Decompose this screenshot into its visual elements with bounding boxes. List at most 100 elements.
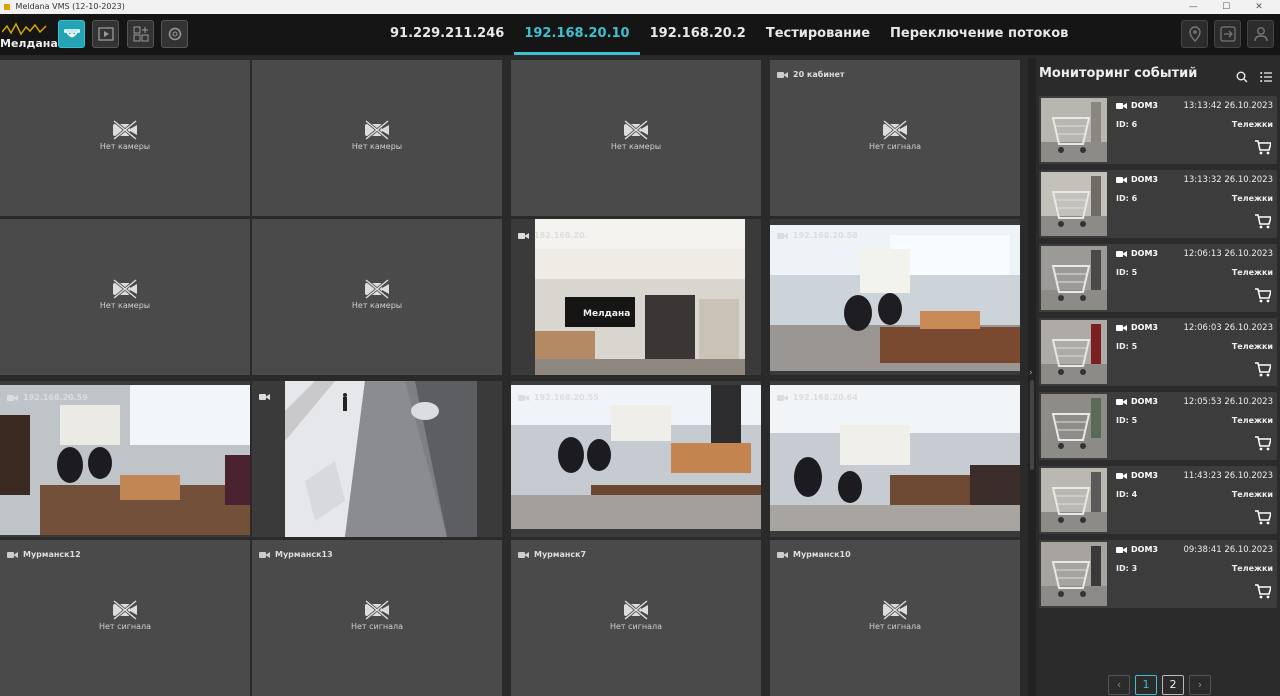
event-camera: DOM3 bbox=[1116, 545, 1158, 554]
video-feed[interactable] bbox=[0, 385, 250, 535]
event-card[interactable]: DOM3 12:05:53 26.10.2023 ID: 5 Тележки bbox=[1039, 392, 1277, 460]
brand-wave-icon bbox=[2, 22, 47, 36]
minimize-button[interactable]: — bbox=[1178, 0, 1208, 14]
event-thumbnail[interactable] bbox=[1041, 468, 1107, 532]
event-class: Тележки bbox=[1231, 564, 1273, 573]
search-button[interactable] bbox=[1236, 68, 1248, 87]
event-monitor-panel: Мониторинг событий DOM3 13:13:42 26.10.2… bbox=[1036, 58, 1280, 696]
page-button-1[interactable]: 1 bbox=[1135, 675, 1157, 695]
camera-cell[interactable]: 192.168.20.64 bbox=[770, 381, 1020, 537]
no-camera-icon bbox=[365, 120, 389, 140]
camera-icon bbox=[1116, 324, 1127, 331]
event-id: ID: 5 bbox=[1116, 342, 1138, 351]
camera-cell[interactable]: Нет камеры bbox=[252, 219, 502, 375]
camera-name: Мурманск12 bbox=[23, 550, 81, 559]
camera-grid: Нет камеры Нет камеры Нет камеры 20 кабинет… bbox=[0, 58, 1028, 696]
event-camera-name: DOM3 bbox=[1131, 323, 1158, 332]
event-camera: DOM3 bbox=[1116, 175, 1158, 184]
grid-scrollbar[interactable] bbox=[1030, 380, 1034, 470]
event-thumbnail[interactable] bbox=[1041, 542, 1107, 606]
map-button[interactable] bbox=[1181, 20, 1208, 48]
event-class: Тележки bbox=[1231, 268, 1273, 277]
status-text: Нет сигнала bbox=[98, 622, 152, 631]
top-toolbar: Мелдана 91.229.211.246 192.168.20.10 192.1… bbox=[0, 14, 1280, 55]
camera-cell[interactable]: 192.168.20.59 bbox=[0, 381, 250, 537]
camera-cell[interactable]: Мелдана 192.168.20. bbox=[511, 219, 761, 375]
camera-icon bbox=[777, 551, 788, 558]
status-text: Нет камеры bbox=[351, 142, 403, 151]
prev-page-button[interactable]: ‹ bbox=[1108, 675, 1130, 695]
camera-cell[interactable]: Нет камеры bbox=[0, 60, 250, 216]
page-button-2[interactable]: 2 bbox=[1162, 675, 1184, 695]
panel-collapse-handle[interactable]: › bbox=[1028, 58, 1036, 696]
camera-icon bbox=[1116, 546, 1127, 553]
event-time: 11:43:23 26.10.2023 bbox=[1183, 471, 1273, 481]
close-button[interactable]: ✕ bbox=[1244, 0, 1274, 14]
no-camera-icon bbox=[365, 600, 389, 620]
list-icon bbox=[1260, 72, 1272, 82]
server-tabs: 91.229.211.246 192.168.20.10 192.168.20.2 Т… bbox=[380, 14, 1078, 55]
no-signal-placeholder: Нет сигнала bbox=[0, 600, 250, 631]
camera-cell[interactable]: 192.168.20.58 bbox=[770, 219, 1020, 375]
event-card[interactable]: DOM3 09:38:41 26.10.2023 ID: 3 Тележки bbox=[1039, 540, 1277, 608]
status-text: Нет сигнала bbox=[868, 142, 922, 151]
cart-icon bbox=[1254, 584, 1272, 603]
panel-actions bbox=[1224, 68, 1272, 87]
camera-cell[interactable]: 192.168.20.55 bbox=[511, 381, 761, 537]
event-card[interactable]: DOM3 12:06:13 26.10.2023 ID: 5 Тележки bbox=[1039, 244, 1277, 312]
no-camera-icon bbox=[365, 279, 389, 299]
camera-cell[interactable]: Нет камеры bbox=[511, 60, 761, 216]
video-feed[interactable] bbox=[285, 381, 477, 537]
camera-cell[interactable]: 20 кабинет Нет сигнала bbox=[770, 60, 1020, 216]
no-signal-placeholder: Нет сигнала bbox=[511, 600, 761, 631]
playback-button[interactable] bbox=[92, 20, 119, 48]
tab-server-1[interactable]: 192.168.20.10 bbox=[514, 14, 640, 55]
event-thumbnail[interactable] bbox=[1041, 172, 1107, 236]
event-card[interactable]: DOM3 13:13:32 26.10.2023 ID: 6 Тележки bbox=[1039, 170, 1277, 238]
camera-icon bbox=[1116, 398, 1127, 405]
event-card[interactable]: DOM3 11:43:23 26.10.2023 ID: 4 Тележки bbox=[1039, 466, 1277, 534]
video-feed[interactable]: Мелдана bbox=[535, 219, 745, 375]
export-button[interactable] bbox=[1214, 20, 1241, 48]
video-feed[interactable] bbox=[770, 385, 1020, 531]
camera-cell[interactable]: Мурманск7 Нет сигнала bbox=[511, 540, 761, 696]
event-id: ID: 6 bbox=[1116, 120, 1138, 129]
event-time: 12:06:03 26.10.2023 bbox=[1183, 323, 1273, 333]
event-card[interactable]: DOM3 12:06:03 26.10.2023 ID: 5 Тележки bbox=[1039, 318, 1277, 386]
settings-button[interactable] bbox=[161, 20, 188, 48]
layout-button[interactable] bbox=[127, 20, 154, 48]
event-camera-name: DOM3 bbox=[1131, 545, 1158, 554]
camera-cell[interactable]: Мурманск13 Нет сигнала bbox=[252, 540, 502, 696]
event-thumbnail[interactable] bbox=[1041, 394, 1107, 458]
camera-name: Мурманск10 bbox=[793, 550, 851, 559]
tab-server-3[interactable]: Тестирование bbox=[756, 14, 880, 55]
cart-icon bbox=[1254, 510, 1272, 529]
camera-cell[interactable]: Мурманск12 Нет сигнала bbox=[0, 540, 250, 696]
camera-icon bbox=[1116, 250, 1127, 257]
event-thumbnail[interactable] bbox=[1041, 98, 1107, 162]
camera-cell[interactable]: Нет камеры bbox=[0, 219, 250, 375]
no-signal-placeholder: Нет камеры bbox=[252, 120, 502, 151]
tab-server-2[interactable]: 192.168.20.2 bbox=[640, 14, 756, 55]
event-card[interactable]: DOM3 13:13:42 26.10.2023 ID: 6 Тележки bbox=[1039, 96, 1277, 164]
status-text: Нет сигнала bbox=[609, 622, 663, 631]
camera-cell[interactable]: Нет камеры bbox=[252, 60, 502, 216]
maximize-button[interactable]: ☐ bbox=[1211, 0, 1241, 14]
tab-server-4[interactable]: Переключение потоков bbox=[880, 14, 1078, 55]
app-icon bbox=[4, 3, 10, 10]
tab-server-0[interactable]: 91.229.211.246 bbox=[380, 14, 514, 55]
event-thumbnail[interactable] bbox=[1041, 320, 1107, 384]
next-page-button[interactable]: › bbox=[1189, 675, 1211, 695]
camera-label: Мурманск7 bbox=[518, 550, 586, 559]
list-view-button[interactable] bbox=[1260, 68, 1272, 87]
camera-cell[interactable] bbox=[252, 381, 502, 537]
video-feed[interactable] bbox=[770, 225, 1020, 371]
camera-cell[interactable]: Мурманск10 Нет сигнала bbox=[770, 540, 1020, 696]
user-button[interactable] bbox=[1247, 20, 1274, 48]
event-camera-name: DOM3 bbox=[1131, 397, 1158, 406]
live-view-button[interactable] bbox=[58, 20, 85, 48]
event-thumbnail[interactable] bbox=[1041, 246, 1107, 310]
cart-icon bbox=[1254, 288, 1272, 307]
video-feed[interactable] bbox=[511, 385, 761, 529]
playback-icon bbox=[97, 27, 114, 41]
